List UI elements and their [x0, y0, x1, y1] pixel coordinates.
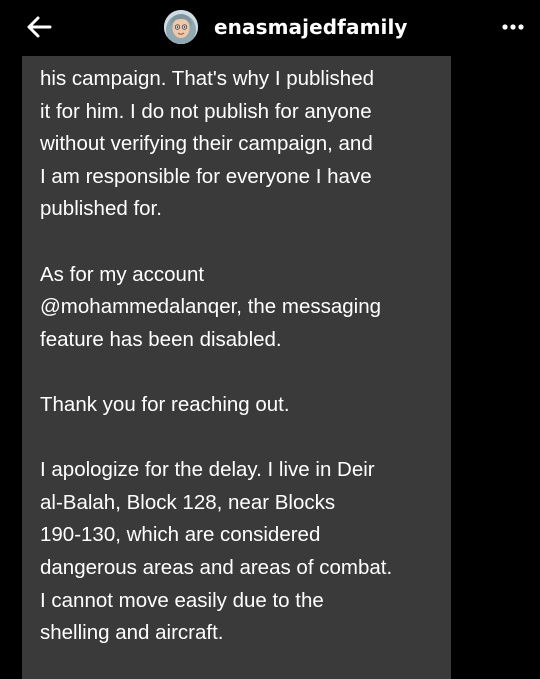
message-line: @mohammedalanqer, the messaging — [40, 295, 382, 319]
message-line: Thank you for reaching out. — [40, 392, 290, 416]
message-paragraph: As for my account @mohammedalanqer, the … — [40, 259, 445, 357]
message-line: As for my account — [40, 262, 205, 286]
message-line: I apologize for the delay. I live in Dei… — [40, 458, 375, 482]
message-text: his campaign. That's why I published it … — [40, 63, 445, 679]
more-options-button[interactable] — [500, 14, 526, 40]
arrow-left-icon — [27, 16, 52, 38]
avatar[interactable] — [164, 10, 198, 44]
back-button[interactable] — [22, 12, 56, 42]
message-line: I am responsible for everyone I have — [40, 164, 372, 188]
message-line: feature has been disabled. — [40, 327, 282, 351]
message-paragraph: his campaign. That's why I published it … — [40, 63, 445, 226]
message-paragraph: Thank you for reaching out. — [40, 389, 445, 422]
message-line: 190-130, which are considered — [40, 523, 321, 547]
message-line: dangerous areas and areas of combat. — [40, 555, 393, 579]
message-line: I cannot move easily due to the — [40, 588, 324, 612]
conversation-header: enasmajedfamily — [0, 0, 540, 56]
message-line: his campaign. That's why I published — [40, 67, 374, 90]
message-paragraph: I apologize for the delay. I live in Dei… — [40, 454, 445, 650]
message-line: without verifying their campaign, and — [40, 132, 373, 156]
avatar-image — [164, 10, 198, 44]
ellipsis-icon — [502, 24, 524, 30]
blog-name[interactable]: enasmajedfamily — [214, 13, 408, 41]
chat-screen: enasmajedfamily his campaign. That's why… — [0, 0, 540, 679]
message-line: shelling and aircraft. — [40, 621, 224, 645]
message-line: al-Balah, Block 128, near Blocks — [40, 490, 336, 514]
message-line: it for him. I do not publish for anyone — [40, 99, 372, 123]
message-line: published for. — [40, 197, 162, 221]
